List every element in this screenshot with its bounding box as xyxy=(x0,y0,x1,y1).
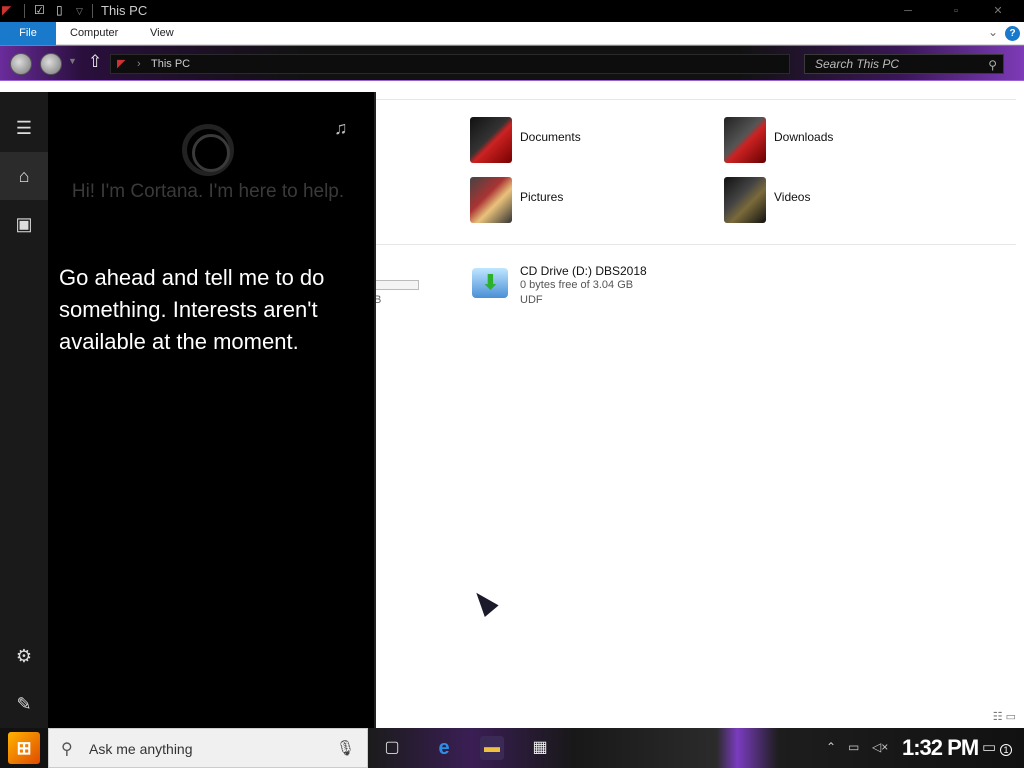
taskbar-search[interactable]: ⚲ Ask me anything 🎙 xyxy=(48,728,368,768)
folder-label: Documents xyxy=(520,130,581,144)
back-button[interactable] xyxy=(10,53,32,75)
new-folder-icon[interactable]: ▯ xyxy=(56,3,63,19)
folder-videos[interactable]: Videos xyxy=(724,177,974,229)
folder-pictures[interactable]: Pictures xyxy=(470,177,720,229)
notification-count: 1 xyxy=(1000,744,1012,756)
folder-label: Pictures xyxy=(520,190,564,204)
folder-downloads[interactable]: Downloads xyxy=(724,117,974,169)
microphone-icon[interactable]: 🎙 xyxy=(336,739,355,757)
notebook-icon[interactable]: ▣ xyxy=(0,200,48,248)
drive-name: CD Drive (D:) DBS2018 xyxy=(520,264,647,278)
expand-ribbon-icon[interactable]: ⌄ xyxy=(988,25,998,39)
home-icon[interactable]: ⌂ xyxy=(0,152,48,200)
forward-button[interactable] xyxy=(40,53,62,75)
address-bar: ▼ ⇧ ◤ › This PC Search This PC ⚲ xyxy=(0,45,1024,81)
cortana-message: Go ahead and tell me to do something. In… xyxy=(59,265,325,354)
music-recognition-icon[interactable]: ♫ xyxy=(334,118,348,139)
recent-locations-icon[interactable]: ▼ xyxy=(68,56,77,66)
drive-usage-bar xyxy=(372,280,419,290)
view-toggle-icons[interactable]: ☷ ▭ xyxy=(993,710,1016,723)
close-button[interactable]: ✕ xyxy=(988,4,1008,18)
downloads-folder-icon xyxy=(724,117,766,163)
breadcrumb-chevron-icon[interactable]: › xyxy=(137,55,141,73)
clock[interactable]: 1:32 PM xyxy=(902,735,979,761)
folder-documents[interactable]: Documents xyxy=(470,117,720,169)
tab-view[interactable]: View xyxy=(138,22,186,45)
breadcrumb-this-pc[interactable]: This PC xyxy=(151,58,190,70)
store-icon[interactable]: ▦ xyxy=(528,736,552,760)
window-title: This PC xyxy=(101,3,148,18)
settings-gear-icon[interactable]: ⚙ xyxy=(0,632,48,680)
task-view-icon[interactable]: ▢ xyxy=(380,736,404,760)
ribbon-tabs: File Computer View ⌄ ? xyxy=(0,22,1024,45)
properties-icon[interactable]: ☑ xyxy=(34,3,45,19)
search-placeholder: Search This PC xyxy=(815,57,900,71)
cortana-greeting: Hi! I'm Cortana. I'm here to help. xyxy=(71,181,345,202)
network-icon[interactable]: ▭ xyxy=(848,740,859,754)
start-button[interactable]: ⊞ xyxy=(8,732,40,764)
drive-filesystem: UDF xyxy=(520,294,543,306)
tab-computer[interactable]: Computer xyxy=(58,22,130,45)
folder-label: Videos xyxy=(774,190,811,204)
title-bar: ◤ ☑ ▯ ▽ This PC ─ ▫ ✕ xyxy=(0,0,1024,22)
show-hidden-icons-icon[interactable]: ⌃ xyxy=(826,740,836,754)
feedback-icon[interactable]: ✎ xyxy=(0,680,48,728)
videos-folder-icon xyxy=(724,177,766,223)
action-center-icon[interactable]: ▭ 1 xyxy=(982,738,1012,758)
search-icon[interactable]: ⚲ xyxy=(988,56,997,74)
help-icon[interactable]: ? xyxy=(1005,26,1020,41)
customize-quick-access-icon[interactable]: ▽ xyxy=(76,6,83,22)
this-pc-icon: ◤ xyxy=(117,58,126,70)
cortana-ring-icon xyxy=(182,124,234,176)
minimize-button[interactable]: ─ xyxy=(898,4,918,18)
maximize-button[interactable]: ▫ xyxy=(946,4,966,18)
edge-browser-icon[interactable]: e xyxy=(432,736,456,760)
documents-folder-icon xyxy=(470,117,512,163)
folder-label: Downloads xyxy=(774,130,834,144)
up-arrow-icon[interactable]: ⇧ xyxy=(88,52,102,72)
taskbar-search-placeholder: Ask me anything xyxy=(89,741,193,757)
cortana-sidebar: ☰ ⌂ ▣ ⚙ ✎ xyxy=(0,92,48,728)
taskbar: ⊞ ⚲ Ask me anything 🎙 ▢ e ▬ ▦ ⌃ ▭ ◁× 1:3… xyxy=(0,728,1024,768)
tab-file[interactable]: File xyxy=(0,22,56,45)
cd-drive-d[interactable]: ⬇ CD Drive (D:) DBS2018 0 bytes free of … xyxy=(472,264,722,312)
explorer-app-icon: ◤ xyxy=(2,3,12,17)
file-explorer-icon[interactable]: ▬ xyxy=(480,736,504,760)
menu-icon[interactable]: ☰ xyxy=(0,104,48,152)
search-input[interactable]: Search This PC ⚲ xyxy=(804,54,1004,74)
address-field[interactable]: ◤ › This PC xyxy=(110,54,790,74)
cd-drive-icon: ⬇ xyxy=(472,268,508,298)
search-icon: ⚲ xyxy=(61,741,73,758)
cortana-panel: ☰ ⌂ ▣ ⚙ ✎ ♫ Hi! I'm Cortana. I'm here to… xyxy=(0,92,376,728)
volume-icon[interactable]: ◁× xyxy=(872,740,888,754)
pictures-folder-icon xyxy=(470,177,512,223)
drive-free-space: 0 bytes free of 3.04 GB xyxy=(520,279,634,291)
